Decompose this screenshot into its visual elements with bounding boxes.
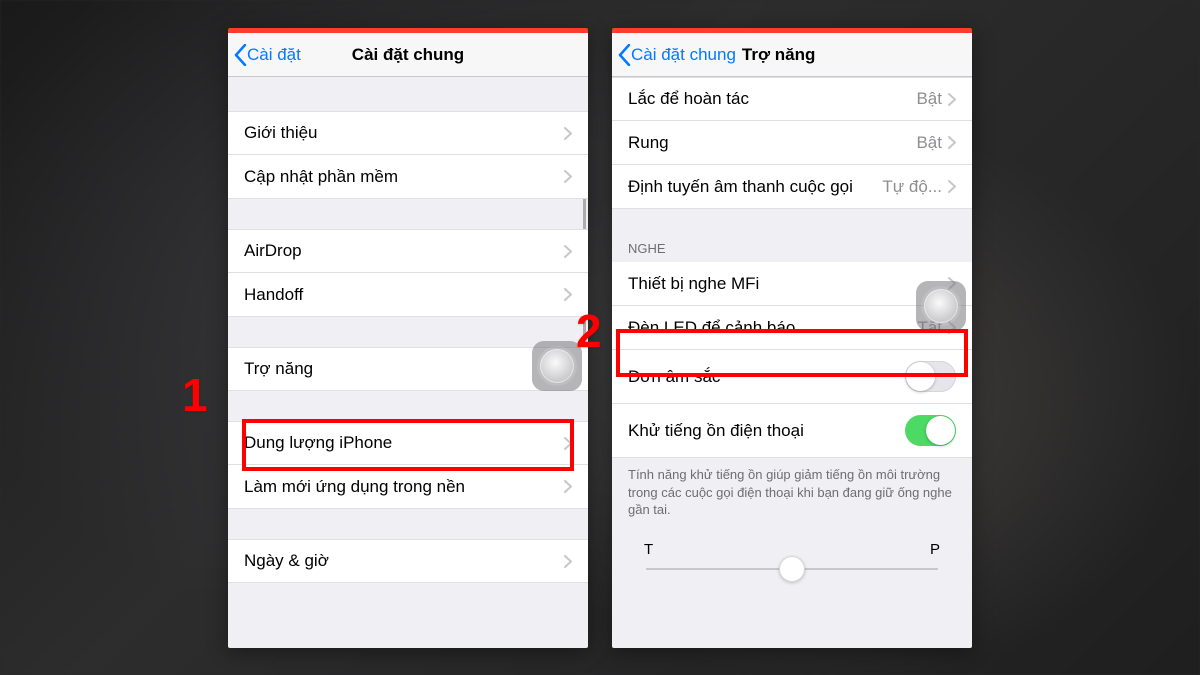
cell-label: Đèn LED để cảnh báo xyxy=(628,318,917,338)
back-button[interactable]: Cài đặt xyxy=(228,44,301,66)
cell-iphone-storage[interactable]: Dung lượng iPhone xyxy=(228,421,588,465)
cell-label: Lắc để hoàn tác xyxy=(628,89,916,109)
cell-label: Định tuyến âm thanh cuộc gọi xyxy=(628,177,882,197)
back-label: Cài đặt chung xyxy=(631,45,736,65)
assistive-touch-icon xyxy=(924,289,958,323)
chevron-right-icon xyxy=(564,288,572,301)
chevron-right-icon xyxy=(948,180,956,193)
cell-call-audio-routing[interactable]: Định tuyến âm thanh cuộc gọi Tự độ... xyxy=(612,165,972,209)
cell-value: Tự độ... xyxy=(882,177,942,197)
cell-handoff[interactable]: Handoff xyxy=(228,273,588,317)
assistive-touch-button[interactable] xyxy=(532,341,582,391)
group-storage: Dung lượng iPhone Làm mới ứng dụng trong… xyxy=(228,421,588,509)
group-datetime: Ngày & giờ xyxy=(228,539,588,583)
cell-label: Làm mới ứng dụng trong nền xyxy=(244,477,564,497)
chevron-right-icon xyxy=(948,136,956,149)
cell-shake-to-undo[interactable]: Lắc để hoàn tác Bật xyxy=(612,77,972,121)
chevron-right-icon xyxy=(564,480,572,493)
cell-value: Bật xyxy=(916,133,942,153)
assistive-touch-button[interactable] xyxy=(916,281,966,331)
cell-background-refresh[interactable]: Làm mới ứng dụng trong nền xyxy=(228,465,588,509)
chevron-left-icon xyxy=(618,44,631,66)
chevron-right-icon xyxy=(564,170,572,183)
chevron-left-icon xyxy=(234,44,247,66)
cell-label: Khử tiếng ồn điện thoại xyxy=(628,421,905,441)
cell-value: Bật xyxy=(916,89,942,109)
group-hearing: NGHE Thiết bị nghe MFi Đèn LED để cảnh b… xyxy=(612,235,972,523)
cell-label: Giới thiệu xyxy=(244,123,564,143)
noise-cancel-note: Tính năng khử tiếng ồn giúp giảm tiếng ồ… xyxy=(612,458,972,523)
screen-2-accessibility: Cài đặt chung Trợ năng Lắc để hoàn tác B… xyxy=(612,28,972,648)
cell-label: Dung lượng iPhone xyxy=(244,433,564,453)
cell-label: Thiết bị nghe MFi xyxy=(628,274,948,294)
chevron-right-icon xyxy=(564,245,572,258)
chevron-right-icon xyxy=(564,555,572,568)
chevron-right-icon xyxy=(564,127,572,140)
cell-label: Handoff xyxy=(244,285,564,305)
navbar: Cài đặt chung Trợ năng xyxy=(612,33,972,77)
content: Lắc để hoàn tác Bật Rung Bật Định tuyến … xyxy=(612,77,972,648)
cell-label: Ngày & giờ xyxy=(244,551,564,571)
navbar: Cài đặt Cài đặt chung xyxy=(228,33,588,77)
cell-noise-cancel[interactable]: Khử tiếng ồn điện thoại xyxy=(612,404,972,458)
toggle-knob xyxy=(906,362,935,391)
cell-label: AirDrop xyxy=(244,241,564,261)
toggle-mono-audio[interactable] xyxy=(905,361,956,392)
cell-vibration[interactable]: Rung Bật xyxy=(612,121,972,165)
content: Giới thiệu Cập nhật phần mềm AirDrop Han… xyxy=(228,77,588,648)
toggle-noise-cancel[interactable] xyxy=(905,415,956,446)
back-button[interactable]: Cài đặt chung xyxy=(612,44,736,66)
cell-software-update[interactable]: Cập nhật phần mềm xyxy=(228,155,588,199)
cell-label: Cập nhật phần mềm xyxy=(244,167,564,187)
group-airdrop: AirDrop Handoff xyxy=(228,229,588,317)
screenshot-pair: Cài đặt Cài đặt chung Giới thiệu Cập nhậ… xyxy=(0,0,1200,675)
chevron-right-icon xyxy=(564,437,572,450)
group-interaction: Lắc để hoàn tác Bật Rung Bật Định tuyến … xyxy=(612,77,972,209)
group-header-hearing: NGHE xyxy=(612,235,972,262)
balance-slider: T P xyxy=(612,541,972,570)
toggle-knob xyxy=(926,416,955,445)
cell-label: Rung xyxy=(628,133,916,153)
cell-date-time[interactable]: Ngày & giờ xyxy=(228,539,588,583)
balance-knob[interactable] xyxy=(779,556,805,582)
back-label: Cài đặt xyxy=(247,45,301,65)
cell-label: Trợ năng xyxy=(244,359,564,379)
cell-about[interactable]: Giới thiệu xyxy=(228,111,588,155)
balance-left-label: T xyxy=(644,541,653,558)
cell-airdrop[interactable]: AirDrop xyxy=(228,229,588,273)
assistive-touch-icon xyxy=(540,349,574,383)
group-about: Giới thiệu Cập nhật phần mềm xyxy=(228,111,588,199)
page-title: Trợ năng xyxy=(742,45,815,65)
cell-label: Đơn âm sắc xyxy=(628,367,905,387)
cell-mono-audio[interactable]: Đơn âm sắc xyxy=(612,350,972,404)
balance-right-label: P xyxy=(930,541,940,558)
screen-1-general: Cài đặt Cài đặt chung Giới thiệu Cập nhậ… xyxy=(228,28,588,648)
balance-track[interactable] xyxy=(646,568,938,570)
chevron-right-icon xyxy=(948,93,956,106)
